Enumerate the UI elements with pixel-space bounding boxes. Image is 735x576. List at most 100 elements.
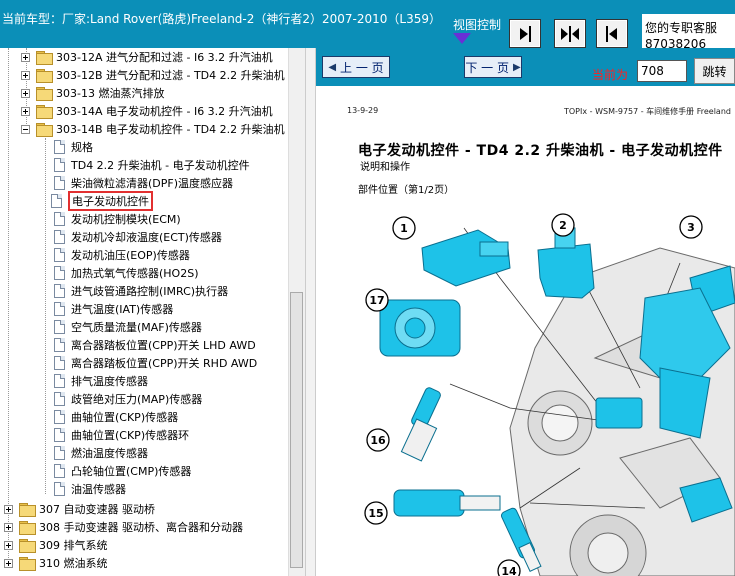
expand-toggle-icon[interactable] <box>4 540 13 550</box>
tree-folder-item[interactable]: 310 燃油系统 <box>4 554 108 572</box>
prev-page-button[interactable]: ◀ 上 一 页 <box>322 56 390 78</box>
tree-doc-item[interactable]: 油温传感器 <box>54 480 126 498</box>
tree-folder-item[interactable]: 303-12B 进气分配和过滤 - TD4 2.2 升柴油机 <box>21 66 285 84</box>
expand-left-button[interactable] <box>509 19 541 48</box>
tree-doc-item[interactable]: 进气温度(IAT)传感器 <box>54 300 173 318</box>
component-1 <box>421 229 511 287</box>
arrow-right-icon: ▶ <box>512 61 521 73</box>
document-icon <box>54 320 65 334</box>
component-16 <box>400 387 441 462</box>
chapter-tree: 303-12A 进气分配和过滤 - I6 3.2 升汽油机 303-12B 进气分… <box>0 48 288 576</box>
tree-folder-item[interactable]: 303-14B 电子发动机控件 - TD4 2.2 升柴油机 <box>21 120 285 138</box>
tree-folder-item[interactable]: 307 自动变速器 驱动桥 <box>4 500 155 518</box>
component-15 <box>393 489 501 517</box>
collapse-right-icon <box>606 25 617 42</box>
folder-icon <box>36 51 53 65</box>
document-icon <box>54 446 65 460</box>
tree-folder-item[interactable]: 303-12A 进气分配和过滤 - I6 3.2 升汽油机 <box>21 48 273 66</box>
tree-item-label: 凸轮轴位置(CMP)传感器 <box>71 465 192 478</box>
expand-toggle-icon[interactable] <box>21 88 30 98</box>
doc-subtitle: 说明和操作 <box>360 162 410 173</box>
page-number-input[interactable] <box>637 60 687 82</box>
doc-date: 13-9-29 <box>347 106 379 115</box>
document-icon <box>54 248 65 262</box>
tree-folder-item[interactable]: 308 手动变速器 驱动桥、离合器和分动器 <box>4 518 243 536</box>
folder-icon <box>36 87 53 101</box>
tree-doc-item[interactable]: 离合器踏板位置(CPP)开关 LHD AWD <box>54 336 256 354</box>
collapse-toggle-icon[interactable] <box>21 124 30 134</box>
arrow-left-icon: ◀ <box>328 61 337 73</box>
document-page: 13-9-29 TOPIx - WSM-9757 - 车间维修手册 Freela… <box>316 86 735 576</box>
tree-item-label: 曲轴位置(CKP)传感器环 <box>71 429 190 442</box>
tree-item-label: 燃油温度传感器 <box>71 447 148 460</box>
folder-icon <box>36 105 53 119</box>
collapse-right-button[interactable] <box>596 19 628 48</box>
tree-item-label: 进气温度(IAT)传感器 <box>71 303 174 316</box>
tree-item-label: TD4 2.2 升柴油机 - 电子发动机控件 <box>71 159 250 172</box>
tree-doc-item[interactable]: 发动机控制模块(ECM) <box>54 210 181 228</box>
expand-toggle-icon[interactable] <box>4 504 13 514</box>
component-2 <box>537 227 595 299</box>
tree-doc-item[interactable]: 燃油温度传感器 <box>54 444 148 462</box>
tree-item-label: 发动机控制模块(ECM) <box>71 213 181 226</box>
tree-item-label: 离合器踏板位置(CPP)开关 LHD AWD <box>71 339 256 352</box>
customer-service-box: 您的专职客服 87038206 <box>642 14 735 48</box>
tree-doc-item[interactable]: 歧管绝对压力(MAP)传感器 <box>54 390 202 408</box>
document-icon <box>54 338 65 352</box>
tree-doc-item[interactable]: 加热式氧气传感器(HO2S) <box>54 264 199 282</box>
tree-item-label: 303-12B 进气分配和过滤 - TD4 2.2 升柴油机 <box>56 69 285 82</box>
document-icon <box>54 140 65 154</box>
vehicle-title: 当前车型：厂家:Land Rover(路虎)Freeland-2（神行者2）20… <box>2 12 442 26</box>
expand-toggle-icon[interactable] <box>21 52 30 62</box>
tree-doc-item[interactable]: TD4 2.2 升柴油机 - 电子发动机控件 <box>54 156 250 174</box>
tree-doc-item[interactable]: 离合器踏板位置(CPP)开关 RHD AWD <box>54 354 257 372</box>
tree-doc-item[interactable]: 进气歧管通路控制(IMRC)执行器 <box>54 282 228 300</box>
tree-folder-item[interactable]: 309 排气系统 <box>4 536 108 554</box>
document-icon <box>54 410 65 424</box>
tree-folder-item[interactable]: 303-14A 电子发动机控件 - I6 3.2 升汽油机 <box>21 102 273 120</box>
tree-item-label: 离合器踏板位置(CPP)开关 RHD AWD <box>71 357 258 370</box>
folder-icon <box>19 557 36 571</box>
tree-doc-item[interactable]: 凸轮轴位置(CMP)传感器 <box>54 462 191 480</box>
expand-toggle-icon[interactable] <box>4 522 13 532</box>
tree-doc-item[interactable]: 电子发动机控件 <box>51 191 153 211</box>
document-icon <box>54 464 65 478</box>
callout-16: 16 <box>366 428 390 452</box>
center-split-icon <box>561 25 579 42</box>
document-icon <box>54 374 65 388</box>
tree-doc-item[interactable]: 规格 <box>54 138 93 156</box>
document-icon <box>54 392 65 406</box>
folder-icon <box>36 69 53 83</box>
expand-toggle-icon[interactable] <box>21 106 30 116</box>
document-icon <box>54 266 65 280</box>
tree-item-label: 加热式氧气传感器(HO2S) <box>71 267 199 280</box>
customer-service-phone: 87038206 <box>645 38 707 48</box>
tree-doc-item[interactable]: 发动机油压(EOP)传感器 <box>54 246 190 264</box>
tree-folder-item[interactable]: 303-13 燃油蒸汽排放 <box>21 84 164 102</box>
tree-item-label: 303-13 燃油蒸汽排放 <box>56 87 165 100</box>
tree-doc-item[interactable]: 曲轴位置(CKP)传感器 <box>54 408 178 426</box>
callout-2: 2 <box>551 213 575 237</box>
top-bar: 当前车型：厂家:Land Rover(路虎)Freeland-2（神行者2）20… <box>0 0 735 48</box>
tree-scrollbar-thumb[interactable] <box>290 292 303 568</box>
tree-item-label: 空气质量流量(MAF)传感器 <box>71 321 202 334</box>
view-control-arrow-icon[interactable] <box>453 33 471 44</box>
expand-left-icon <box>520 25 531 42</box>
goto-page-button[interactable]: 跳转 <box>694 58 735 84</box>
center-split-button[interactable] <box>554 19 586 48</box>
document-icon <box>54 428 65 442</box>
next-page-button[interactable]: 下 一 页 ▶ <box>464 56 522 78</box>
expand-toggle-icon[interactable] <box>21 70 30 80</box>
svg-text:16: 16 <box>370 434 386 447</box>
panel-splitter[interactable] <box>305 48 316 576</box>
document-icon <box>54 212 65 226</box>
tree-item-label: 303-12A 进气分配和过滤 - I6 3.2 升汽油机 <box>56 51 273 64</box>
tree-doc-item[interactable]: 空气质量流量(MAF)传感器 <box>54 318 202 336</box>
tree-item-label: 发动机冷却液温度(ECT)传感器 <box>71 231 222 244</box>
tree-doc-item[interactable]: 发动机冷却液温度(ECT)传感器 <box>54 228 222 246</box>
customer-service-label: 您的专职客服 <box>645 21 718 35</box>
tree-doc-item[interactable]: 曲轴位置(CKP)传感器环 <box>54 426 189 444</box>
tree-doc-item[interactable]: 柴油微粒滤清器(DPF)温度感应器 <box>54 174 233 192</box>
expand-toggle-icon[interactable] <box>4 558 13 568</box>
tree-doc-item[interactable]: 排气温度传感器 <box>54 372 148 390</box>
